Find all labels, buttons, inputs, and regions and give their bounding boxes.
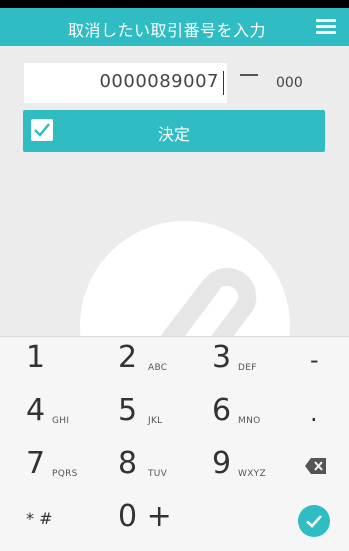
transaction-number-field[interactable]: 0000089007 bbox=[24, 63, 227, 103]
page-title: 取消したい取引番号を入力 bbox=[68, 21, 267, 40]
key-dot[interactable]: . bbox=[300, 390, 340, 440]
menu-icon[interactable] bbox=[316, 19, 336, 35]
key-letters: ABC bbox=[148, 363, 168, 373]
key-8[interactable]: 8 TUV bbox=[118, 443, 198, 493]
key-digit: 7 bbox=[26, 446, 46, 481]
done-check-icon bbox=[306, 515, 322, 528]
key-4[interactable]: 4 GHI bbox=[26, 390, 106, 440]
dot-label: . bbox=[310, 399, 318, 427]
key-digit: * # bbox=[26, 509, 53, 528]
key-letters: DEF bbox=[238, 363, 257, 373]
key-letters: JKL bbox=[148, 416, 163, 426]
key-digit: 5 bbox=[118, 393, 138, 428]
numeric-keypad: 1 2 ABC 3 DEF - 4 GHI 5 JKL 6 MNO . 7 PQ… bbox=[0, 336, 349, 551]
key-letters: PQRS bbox=[52, 469, 78, 479]
transaction-number-value: 0000089007 bbox=[99, 71, 219, 92]
text-caret bbox=[223, 71, 224, 95]
key-5[interactable]: 5 JKL bbox=[118, 390, 198, 440]
key-letters: TUV bbox=[148, 469, 168, 479]
key-digit: 1 bbox=[26, 340, 46, 375]
key-2[interactable]: 2 ABC bbox=[118, 337, 198, 387]
key-letters: GHI bbox=[52, 416, 70, 426]
status-bar bbox=[0, 0, 349, 8]
key-letters: WXYZ bbox=[238, 469, 266, 479]
key-backspace[interactable] bbox=[300, 443, 340, 493]
key-7[interactable]: 7 PQRS bbox=[26, 443, 106, 493]
key-digit: 6 bbox=[212, 393, 232, 428]
key-star-hash[interactable]: * # bbox=[26, 496, 106, 546]
key-3[interactable]: 3 DEF bbox=[212, 337, 292, 387]
separator-dash bbox=[240, 74, 258, 76]
key-6[interactable]: 6 MNO bbox=[212, 390, 292, 440]
key-digit: 2 bbox=[118, 340, 138, 375]
main-content: 0000089007 000 決定 bbox=[0, 46, 349, 336]
key-digit: 0 + bbox=[118, 499, 172, 534]
background-logo-icon bbox=[80, 221, 290, 336]
confirm-button-label: 決定 bbox=[157, 125, 190, 144]
transaction-suffix-field[interactable]: 000 bbox=[276, 75, 303, 91]
app-header: 取消したい取引番号を入力 bbox=[0, 8, 349, 46]
key-digit: 3 bbox=[212, 340, 232, 375]
key-letters: MNO bbox=[238, 416, 261, 426]
key-digit: 4 bbox=[26, 393, 46, 428]
confirm-button[interactable]: 決定 bbox=[23, 110, 325, 152]
backspace-icon bbox=[305, 458, 326, 474]
done-check-button[interactable] bbox=[298, 505, 330, 537]
minus-label: - bbox=[310, 346, 319, 374]
key-0[interactable]: 0 + bbox=[118, 496, 198, 546]
key-digit: 9 bbox=[212, 446, 232, 481]
key-minus[interactable]: - bbox=[300, 337, 340, 387]
key-9[interactable]: 9 WXYZ bbox=[212, 443, 292, 493]
key-digit: 8 bbox=[118, 446, 138, 481]
key-1[interactable]: 1 bbox=[26, 337, 106, 387]
